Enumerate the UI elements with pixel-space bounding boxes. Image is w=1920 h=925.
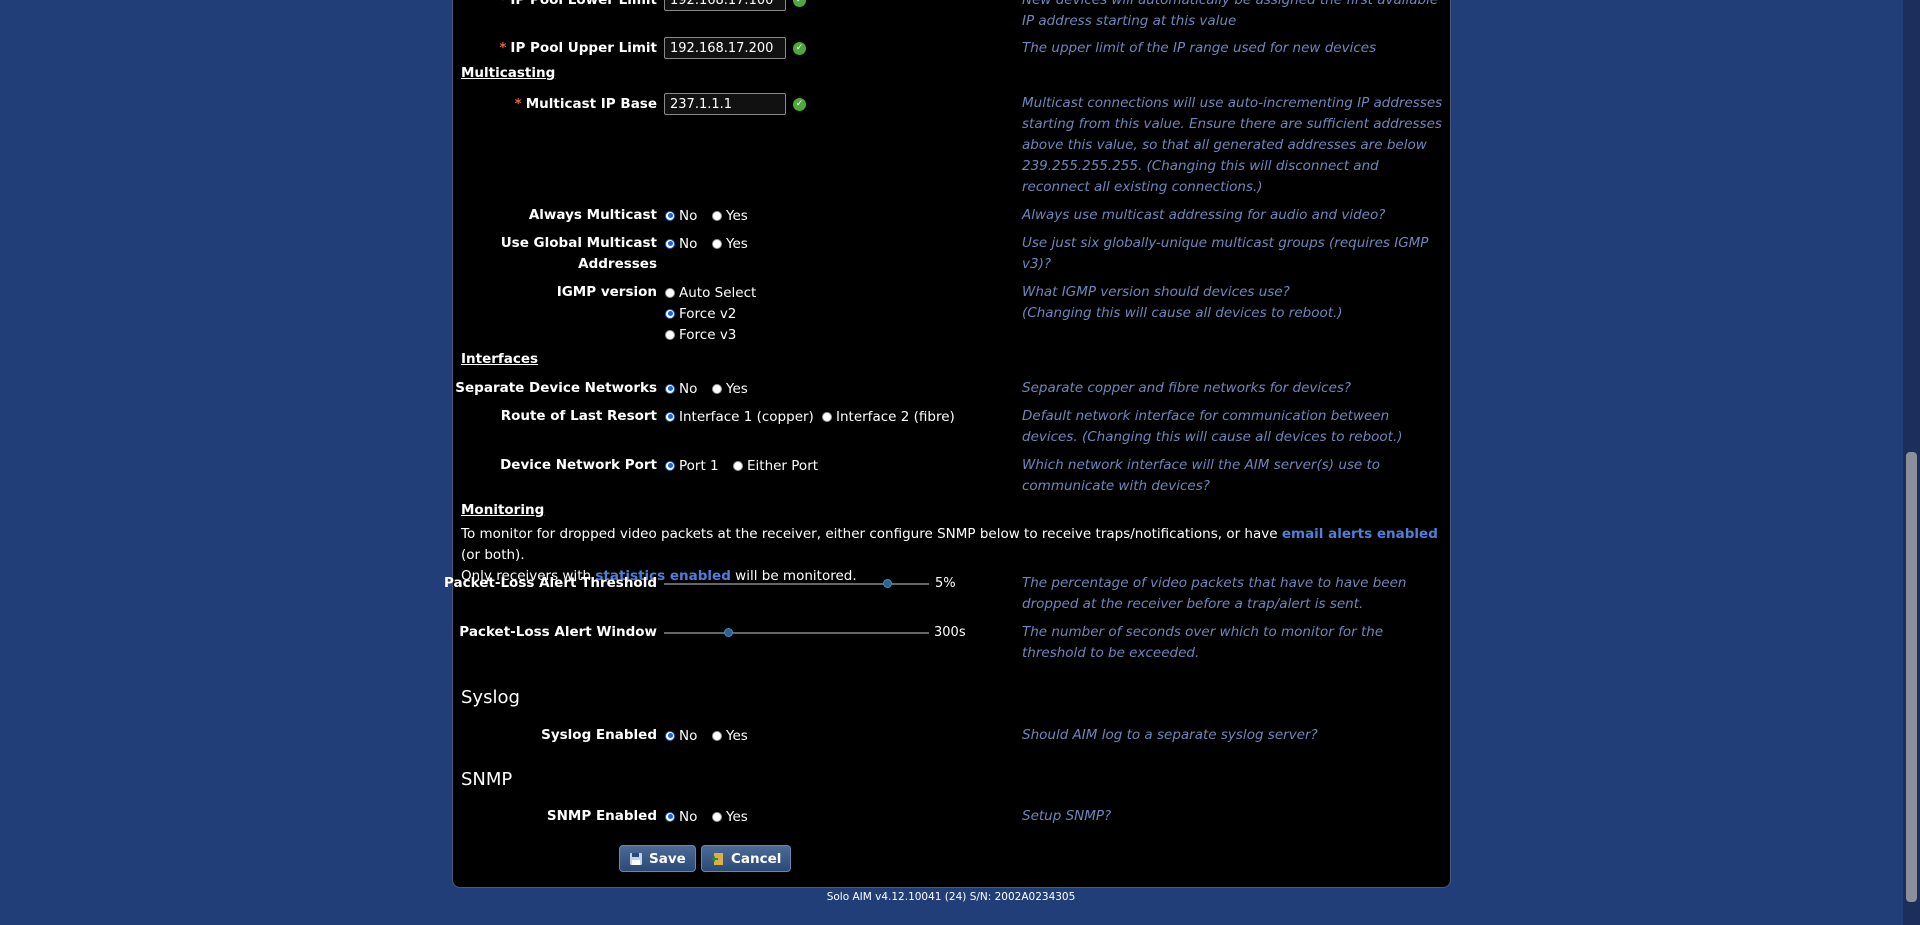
version-footer: Solo AIM v4.12.10041 (24) S/N: 2002A0234… [826, 891, 1076, 903]
igmp-help-1: What IGMP version should devices use? [1022, 284, 1290, 300]
always-multicast-label: Always Multicast [528, 207, 657, 223]
radio-selected-icon [665, 730, 675, 741]
ip-pool-upper-label: * IP Pool Upper Limit [499, 40, 657, 56]
ip-pool-upper-help: The upper limit of the IP range used for… [1022, 40, 1377, 56]
section-syslog: Syslog [461, 687, 520, 708]
loss-threshold-help: The percentage of video packets that hav… [1022, 575, 1407, 612]
loss-threshold-label: Packet-Loss Alert Threshold [443, 575, 657, 591]
loss-window-slider[interactable] [664, 628, 929, 637]
snmp-no[interactable]: No [665, 806, 697, 827]
igmp-v3[interactable]: Force v3 [665, 324, 736, 345]
cancel-button[interactable]: Cancel [701, 845, 792, 872]
radio-selected-icon [665, 811, 675, 822]
radio-icon [665, 329, 675, 340]
syslog-help: Should AIM log to a separate syslog serv… [1022, 727, 1318, 743]
device-port-help: Which network interface will the AIM ser… [1022, 457, 1381, 494]
radio-selected-icon [665, 308, 675, 319]
email-alerts-link[interactable]: email alerts enabled [1282, 526, 1438, 542]
radio-icon [712, 811, 722, 822]
always-multicast-yes[interactable]: Yes [712, 205, 748, 226]
multicast-base-help: Multicast connections will use auto-incr… [1022, 95, 1443, 195]
separate-networks-help: Separate copper and fibre networks for d… [1022, 380, 1352, 396]
radio-selected-icon [665, 411, 675, 422]
snmp-yes[interactable]: Yes [712, 806, 748, 827]
route-last-resort-label: Route of Last Resort [500, 408, 657, 424]
loss-threshold-value: 5% [935, 576, 956, 591]
page-scrollbar[interactable] [1903, 0, 1920, 925]
global-multicast-yes[interactable]: Yes [712, 233, 748, 254]
always-multicast-no[interactable]: No [665, 205, 697, 226]
snmp-enabled-label: SNMP Enabled [546, 808, 657, 824]
multicast-base-input[interactable] [664, 93, 786, 115]
igmp-label: IGMP version [556, 284, 657, 300]
radio-selected-icon [665, 210, 675, 221]
device-port-either[interactable]: Either Port [733, 455, 818, 476]
route-last-resort-help: Default network interface for communicat… [1022, 408, 1403, 445]
global-multicast-no[interactable]: No [665, 233, 697, 254]
separate-networks-no[interactable]: No [665, 378, 697, 399]
always-multicast-help: Always use multicast addressing for audi… [1022, 207, 1386, 223]
snmp-help: Setup SNMP? [1022, 808, 1112, 824]
section-snmp: SNMP [461, 769, 513, 790]
cancel-door-icon [712, 852, 723, 865]
loss-window-value: 300s [934, 625, 966, 640]
slider-handle[interactable] [723, 628, 733, 637]
loss-threshold-slider[interactable] [664, 579, 929, 588]
igmp-help-2: (Changing this will cause all devices to… [1022, 305, 1343, 321]
device-port-label: Device Network Port [500, 457, 657, 473]
ip-pool-upper-input[interactable] [664, 37, 786, 59]
section-monitoring: Monitoring [461, 502, 545, 518]
multicast-base-label: * Multicast IP Base [514, 96, 657, 112]
igmp-v2[interactable]: Force v2 [665, 303, 736, 324]
syslog-enabled-label: Syslog Enabled [541, 727, 657, 743]
slider-handle[interactable] [882, 579, 892, 588]
check-circle-icon: ✓ [793, 98, 806, 111]
radio-icon [712, 383, 722, 394]
scrollbar-thumb[interactable] [1906, 452, 1917, 902]
separate-networks-yes[interactable]: Yes [712, 378, 748, 399]
radio-selected-icon [665, 460, 675, 471]
radio-icon [712, 730, 722, 741]
ip-pool-lower-input[interactable] [664, 0, 786, 11]
radio-icon [712, 210, 722, 221]
syslog-no[interactable]: No [665, 725, 697, 746]
radio-icon [712, 238, 722, 249]
section-multicasting: Multicasting [461, 65, 556, 81]
route-interface-2[interactable]: Interface 2 (fibre) [822, 406, 955, 427]
section-interfaces: Interfaces [461, 351, 539, 367]
route-interface-1[interactable]: Interface 1 (copper) [665, 406, 814, 427]
check-circle-icon: ✓ [793, 42, 806, 55]
save-button[interactable]: Save [619, 845, 696, 872]
global-multicast-label: Use Global Multicast Addresses [500, 235, 657, 272]
radio-selected-icon [665, 383, 675, 394]
radio-selected-icon [665, 238, 675, 249]
ip-pool-lower-help: New devices will automatically be assign… [1022, 0, 1439, 29]
igmp-auto[interactable]: Auto Select [665, 282, 756, 303]
radio-icon [665, 287, 675, 298]
loss-window-label: Packet-Loss Alert Window [459, 624, 657, 640]
separate-networks-label: Separate Device Networks [455, 380, 657, 396]
syslog-yes[interactable]: Yes [712, 725, 748, 746]
ip-pool-lower-label: * IP Pool Lower Limit [499, 0, 657, 8]
floppy-disk-icon [630, 852, 642, 865]
radio-icon [733, 460, 743, 471]
global-multicast-help: Use just six globally-unique multicast g… [1022, 235, 1429, 272]
loss-window-help: The number of seconds over which to moni… [1022, 624, 1384, 661]
device-port-1[interactable]: Port 1 [665, 455, 719, 476]
radio-icon [822, 411, 832, 422]
